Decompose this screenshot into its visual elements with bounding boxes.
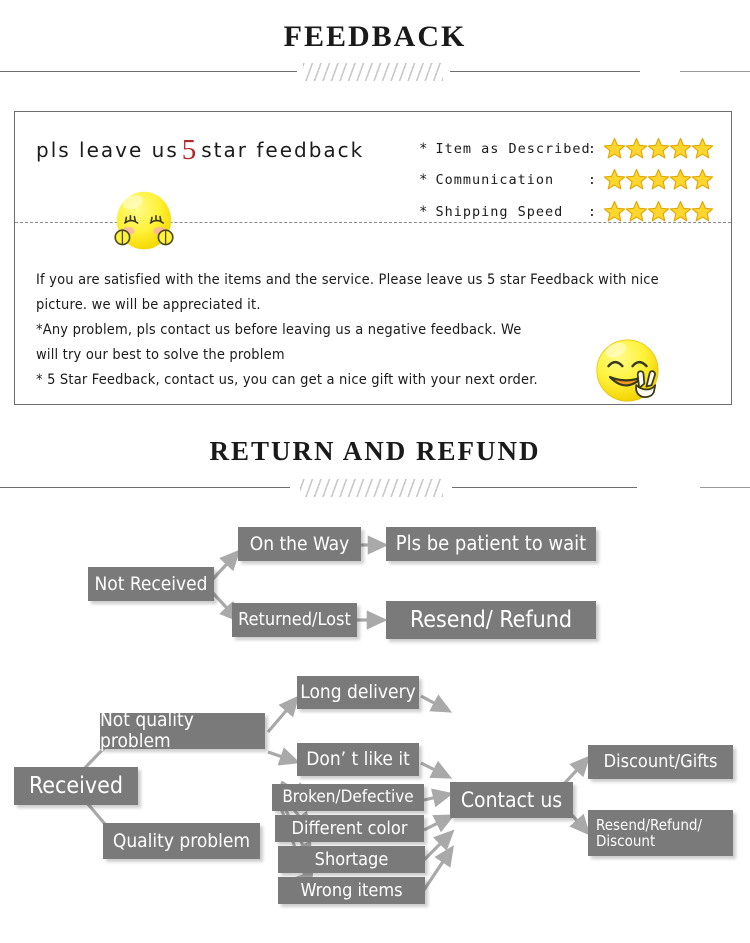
flow-node-discount-gifts[interactable]: Discount/Gifts [588, 745, 733, 779]
flow-node-resend-refund-discount[interactable]: Resend/Refund/ Discount [588, 810, 733, 856]
headline-prefix: pls leave us [36, 138, 179, 162]
flow-node-different-color[interactable]: Different color [275, 815, 424, 842]
flow-node-quality-problem[interactable]: Quality problem [103, 823, 260, 859]
divider-line-right [452, 487, 637, 488]
flow-node-received[interactable]: Received [14, 767, 138, 805]
node-label: Quality problem [112, 829, 251, 852]
rating-colon: : [587, 203, 597, 220]
flow-node-resend-refund[interactable]: Resend/ Refund [386, 601, 596, 639]
divider-line-far-right [680, 71, 750, 72]
node-label: Different color [291, 817, 408, 839]
flow-node-not-received[interactable]: Not Received [88, 567, 214, 601]
node-label: Not Received [94, 572, 208, 595]
node-label: Shortage [314, 848, 389, 870]
node-label: Received [28, 772, 124, 799]
flow-node-long-delivery[interactable]: Long delivery [297, 676, 419, 709]
rating-label: Item as Described [435, 140, 591, 157]
divider-hatch [300, 479, 443, 497]
divider-line-left [0, 487, 290, 488]
page-title-feedback: FEEDBACK [283, 20, 467, 53]
rating-row-shipping-speed: * Shipping Speed : [419, 200, 714, 223]
divider-line-right [450, 71, 640, 72]
headline-suffix: star feedback [201, 138, 365, 162]
flow-node-returned-lost[interactable]: Returned/Lost [232, 603, 357, 637]
flow-node-dont-like-it[interactable]: Don’ t like it [297, 743, 419, 776]
flow-node-not-quality-problem[interactable]: Not quality problem [100, 709, 265, 752]
rating-label: Communication [435, 171, 555, 188]
flow-node-shortage[interactable]: Shortage [278, 846, 425, 873]
feedback-headline: pls leave us 5 star feedback [36, 134, 364, 167]
feedback-line: If you are satisfied with the items and … [36, 272, 659, 288]
divider-line-left [0, 71, 297, 72]
smiling-face-with-peace-sign-emoji [591, 334, 664, 407]
headline-star-count: 5 [181, 134, 199, 166]
rating-row-communication: * Communication : [419, 168, 714, 191]
shy-blushing-face-emoji [104, 183, 184, 263]
bullet-asterisk-icon: * [419, 203, 429, 220]
feedback-and-return-page: FEEDBACK pls leave us 5 star feedback * It… [0, 0, 750, 943]
rating-label: Shipping Speed [435, 203, 564, 220]
page-title-return-and-refund: RETURN AND REFUND [209, 436, 541, 466]
flow-node-wrong-items[interactable]: Wrong items [278, 877, 425, 904]
node-label-line2: Discount [596, 832, 656, 850]
node-label-line1: Resend/Refund/ [596, 815, 702, 834]
rating-colon: : [587, 140, 597, 157]
node-label: Returned/Lost [238, 609, 351, 631]
divider-hatch [303, 63, 443, 81]
feedback-line: picture. we will be appreciated it. [36, 297, 261, 313]
star-rating-icon [603, 200, 714, 223]
node-label: Pls be patient to wait [395, 531, 587, 556]
node-label: Wrong items [300, 879, 403, 901]
node-label: Don’ t like it [306, 748, 410, 771]
star-rating-icon [603, 168, 714, 191]
node-label: Not quality problem [100, 709, 194, 752]
flow-node-contact-us[interactable]: Contact us [450, 782, 573, 818]
star-rating-icon [603, 137, 714, 160]
bullet-asterisk-icon: * [419, 140, 429, 157]
node-label: Contact us [460, 787, 563, 812]
rating-row-item-as-described: * Item as Described : [419, 137, 714, 160]
flow-node-broken-defective[interactable]: Broken/Defective [272, 784, 424, 811]
node-label: Discount/Gifts [603, 751, 718, 773]
flow-node-on-the-way[interactable]: On the Way [238, 527, 361, 561]
node-label: Broken/Defective [282, 787, 414, 808]
header-divider-feedback [0, 60, 750, 84]
divider-line-far-right [700, 487, 750, 488]
header-divider-return [0, 476, 750, 500]
node-label: On the Way [249, 532, 350, 555]
rating-colon: : [587, 171, 597, 188]
node-label: Resend/ Refund [409, 606, 573, 633]
bullet-asterisk-icon: * [419, 171, 429, 188]
flow-node-pls-be-patient-to-wait[interactable]: Pls be patient to wait [386, 527, 596, 561]
node-label: Long delivery [300, 681, 416, 704]
